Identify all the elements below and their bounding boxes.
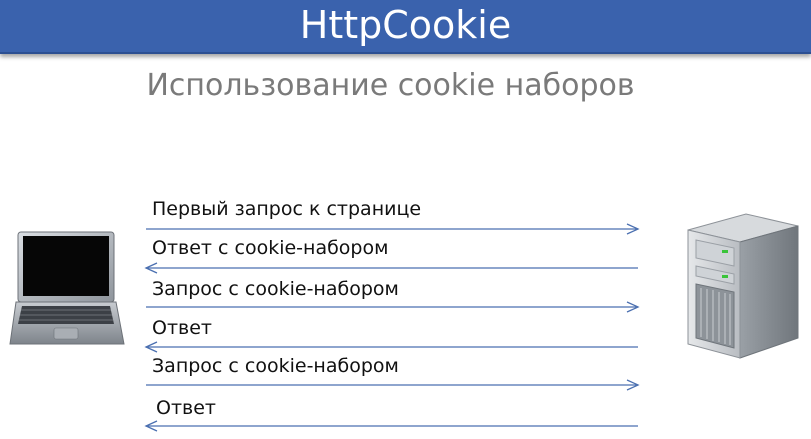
message-label-request-2: Запрос с cookie-набором <box>152 278 399 300</box>
message-label-response-2: Ответ <box>152 317 212 339</box>
message-label-request-3: Запрос с cookie-набором <box>152 355 399 377</box>
arrow-to-client-3 <box>144 420 638 432</box>
message-label-request-1: Первый запрос к странице <box>152 198 422 220</box>
arrow-to-client-1 <box>144 262 638 274</box>
message-label-response-3: Ответ <box>156 397 216 419</box>
message-label-response-1: Ответ с cookie-набором <box>152 237 389 259</box>
arrow-to-client-2 <box>144 341 638 353</box>
arrow-to-server-1 <box>146 223 640 235</box>
arrow-to-server-2 <box>146 301 640 313</box>
arrow-to-server-3 <box>146 379 640 391</box>
